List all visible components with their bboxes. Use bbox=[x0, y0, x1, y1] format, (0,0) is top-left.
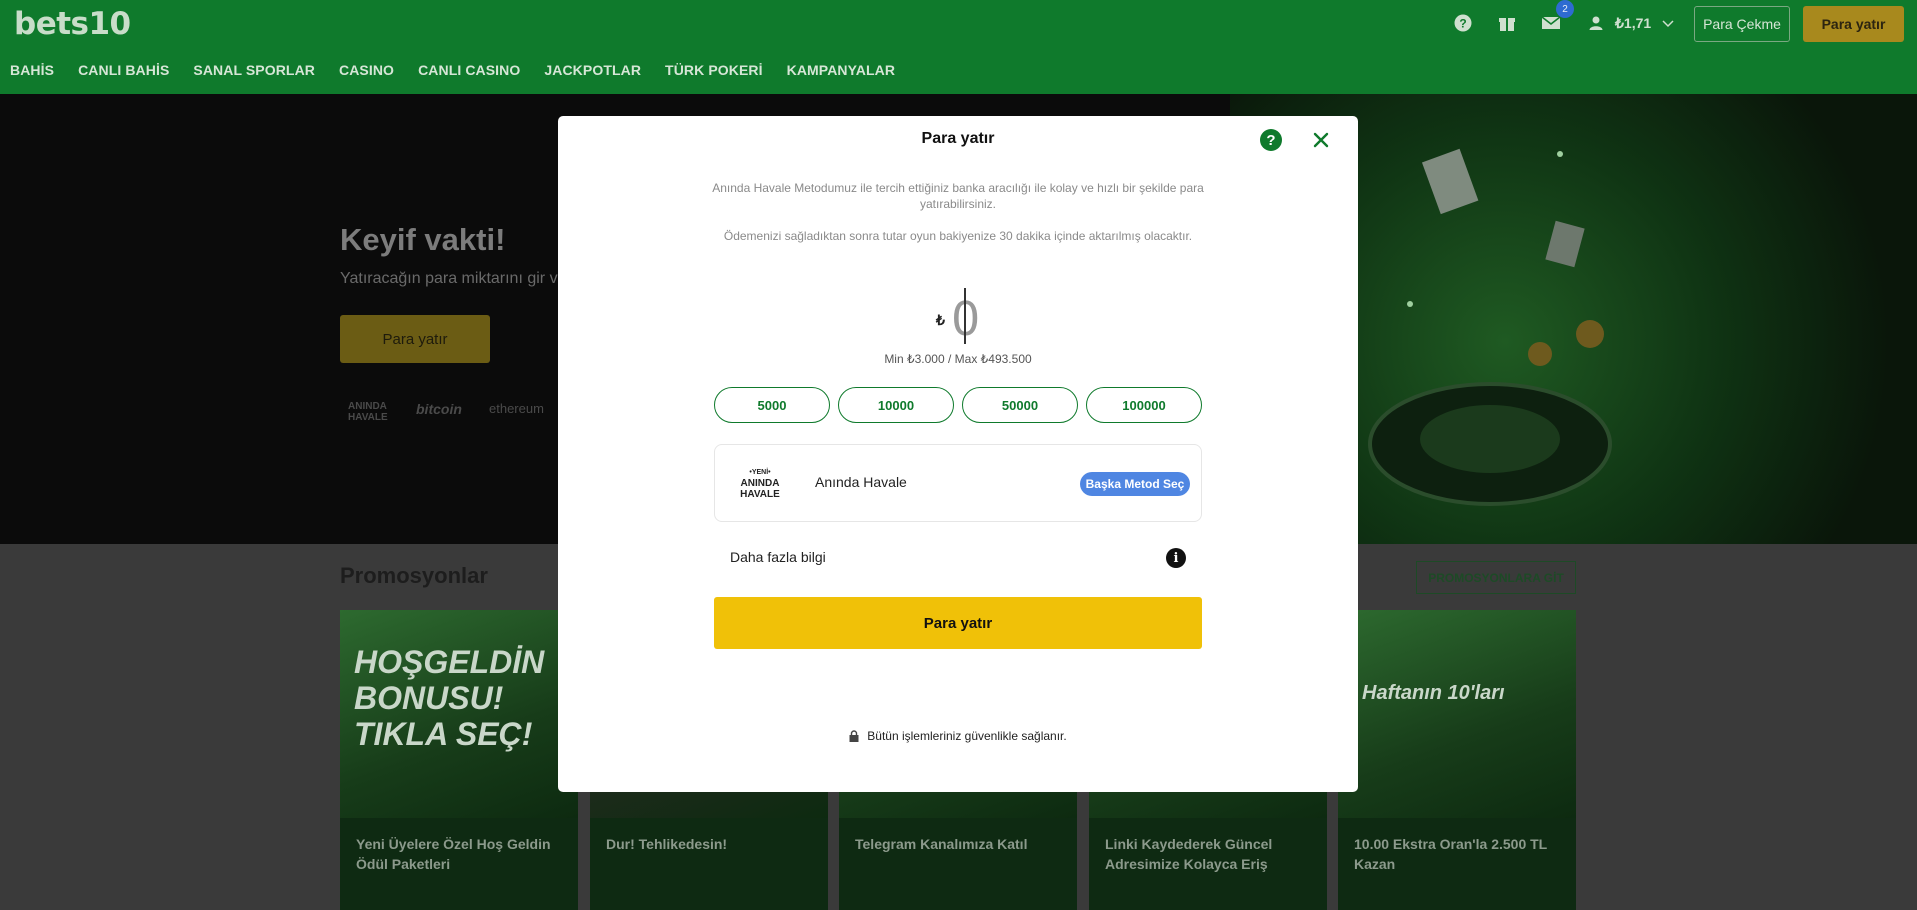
quick-amount-button[interactable]: 50000 bbox=[962, 387, 1078, 423]
method-logo-line: •YENİ• bbox=[749, 469, 771, 476]
deposit-modal: Para yatır ? Anında Havale Metodumuz ile… bbox=[558, 116, 1358, 792]
deposit-transfer-note: Ödemenizi sağladıktan sonra tutar oyun b… bbox=[723, 229, 1193, 243]
quick-amount-button[interactable]: 5000 bbox=[714, 387, 830, 423]
currency-symbol: ₺ bbox=[936, 312, 945, 328]
quick-amount-button[interactable]: 100000 bbox=[1086, 387, 1202, 423]
modal-help-icon[interactable]: ? bbox=[1260, 129, 1282, 151]
close-icon[interactable] bbox=[1309, 128, 1333, 152]
deposit-submit-button[interactable]: Para yatır bbox=[714, 597, 1202, 649]
deposit-description: Anında Havale Metodumuz ile tercih ettiğ… bbox=[712, 181, 1204, 211]
info-icon[interactable]: i bbox=[1166, 548, 1186, 568]
amount-input[interactable]: ₺ 0 bbox=[558, 284, 1358, 346]
lock-icon bbox=[849, 730, 859, 742]
security-text: Bütün işlemleriniz güvenlikle sağlanır. bbox=[867, 729, 1067, 743]
text-caret bbox=[964, 288, 966, 344]
change-method-button[interactable]: Başka Metod Seç bbox=[1080, 472, 1190, 496]
payment-method-card[interactable]: •YENİ• ANINDA HAVALE Anında Havale Başka… bbox=[714, 444, 1202, 522]
aninda-havale-method-logo: •YENİ• ANINDA HAVALE bbox=[737, 467, 783, 500]
amount-limits: Min ₺3.000 / Max ₺493.500 bbox=[884, 352, 1032, 366]
security-note: Bütün işlemleriniz güvenlikle sağlanır. bbox=[558, 729, 1358, 743]
amount-value[interactable]: 0 bbox=[951, 292, 980, 346]
quick-amount-button[interactable]: 10000 bbox=[838, 387, 954, 423]
payment-method-name: Anında Havale bbox=[815, 474, 907, 490]
more-info-label[interactable]: Daha fazla bilgi bbox=[730, 549, 826, 565]
modal-title: Para yatır bbox=[921, 130, 995, 147]
method-logo-line: HAVALE bbox=[740, 489, 780, 500]
method-logo-line: ANINDA bbox=[740, 478, 780, 489]
